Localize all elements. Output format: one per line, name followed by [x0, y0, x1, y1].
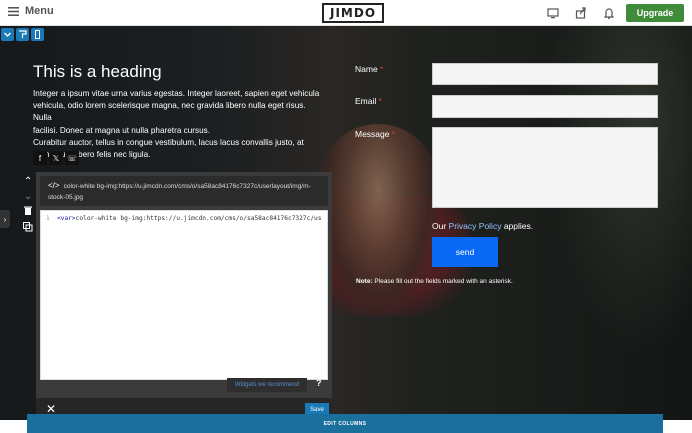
bell-icon[interactable]	[602, 6, 616, 20]
page-heading[interactable]: This is a heading	[33, 62, 162, 82]
move-up-icon[interactable]: ⌃	[24, 176, 32, 187]
background-person	[318, 124, 438, 314]
menu-button[interactable]: Menu	[8, 5, 54, 17]
paragraph-line: facilisi. Donec at magna ut nulla pharet…	[33, 125, 211, 135]
whatsapp-icon[interactable]: ☏	[65, 151, 79, 165]
jimdo-logo[interactable]: JIMDO	[322, 3, 385, 23]
background-icon[interactable]	[16, 28, 29, 41]
message-textarea[interactable]	[432, 127, 658, 208]
form-note: Note: Please fill out the fields marked …	[356, 278, 513, 285]
editor-path-bar: </> color-white bg-img:https://u.jimcdn.c…	[40, 176, 328, 206]
hamburger-icon	[8, 6, 19, 16]
editor-path-line: stock-05.jpg	[48, 194, 84, 201]
privacy-policy-link[interactable]: Privacy Policy	[449, 221, 502, 231]
code-icon: </>	[48, 181, 60, 190]
email-field[interactable]	[432, 95, 658, 118]
social-icons: f 𝕏 ☏	[33, 151, 79, 165]
html-editor-panel: </> color-white bg-img:https://u.jimcdn.c…	[36, 172, 332, 421]
email-label: Email *	[355, 96, 382, 106]
code-text: color-white bg-img:https://u.jimcdn.com/…	[75, 215, 322, 222]
expand-panel-icon[interactable]: ›	[0, 210, 10, 228]
delete-icon[interactable]	[24, 206, 32, 218]
name-label: Name *	[355, 64, 384, 74]
send-button[interactable]: send	[432, 237, 498, 267]
section-toolbar	[1, 28, 44, 41]
x-twitter-icon[interactable]: 𝕏	[49, 151, 63, 165]
collapse-icon[interactable]	[1, 28, 14, 41]
edit-columns-button[interactable]: EDIT COLUMNS	[27, 414, 663, 433]
menu-label: Menu	[25, 5, 54, 17]
code-editor[interactable]: 1 <var>color-white bg-img:https://u.jimc…	[40, 210, 328, 380]
line-number: 1	[46, 215, 50, 222]
paragraph-line: vehicula, odio lorem scelerisque magna, …	[33, 101, 306, 123]
share-icon[interactable]	[574, 6, 588, 20]
upgrade-button[interactable]: Upgrade	[626, 4, 684, 22]
mobile-icon[interactable]	[31, 28, 44, 41]
plant-background	[520, 26, 692, 420]
paragraph-line: Curabitur auctor, tellus in congue vesti…	[33, 137, 304, 147]
facebook-icon[interactable]: f	[33, 151, 47, 165]
paragraph-line: Integer a ipsum vitae urna varius egesta…	[33, 89, 320, 98]
move-down-icon[interactable]: ⌄	[24, 191, 32, 202]
top-bar: Menu JIMDO Upgrade	[0, 0, 692, 26]
code-tag: <var>	[57, 215, 76, 222]
name-field[interactable]	[432, 63, 658, 85]
duplicate-icon[interactable]	[23, 222, 33, 235]
help-button[interactable]: ?	[316, 378, 328, 392]
privacy-policy-text: Our Privacy Policy applies.	[432, 221, 534, 231]
editor-path-line: color-white bg-img:https://u.jimcdn.com/…	[63, 183, 311, 190]
widgets-recommend-button[interactable]: Widgets we recommend	[227, 378, 307, 392]
message-label: Message *	[355, 129, 396, 139]
desktop-preview-icon[interactable]	[546, 6, 560, 20]
